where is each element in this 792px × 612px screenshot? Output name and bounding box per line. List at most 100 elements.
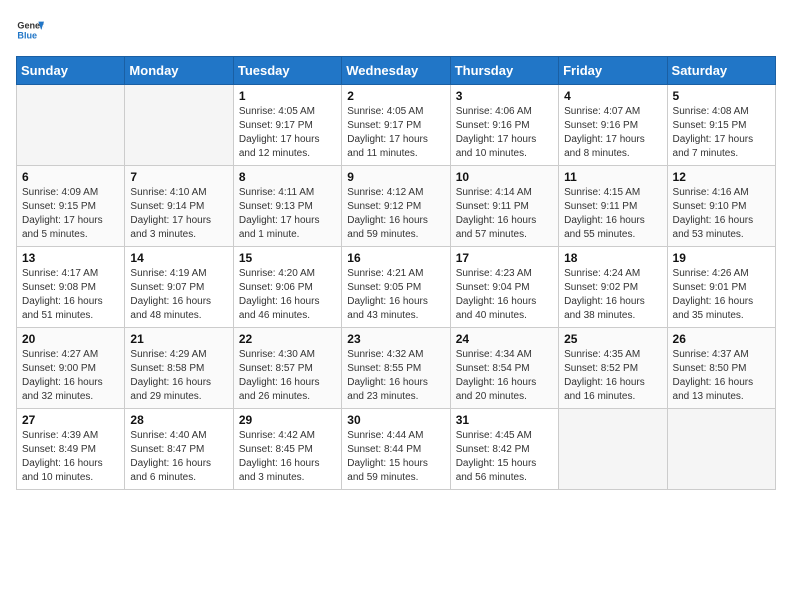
day-number: 2 bbox=[347, 89, 444, 103]
day-number: 25 bbox=[564, 332, 661, 346]
calendar-cell: 10 Sunrise: 4:14 AM Sunset: 9:11 PM Dayli… bbox=[450, 166, 558, 247]
day-number: 18 bbox=[564, 251, 661, 265]
calendar-cell: 20 Sunrise: 4:27 AM Sunset: 9:00 PM Dayli… bbox=[17, 328, 125, 409]
week-row-1: 1 Sunrise: 4:05 AM Sunset: 9:17 PM Daylig… bbox=[17, 85, 776, 166]
day-info: Sunrise: 4:14 AM Sunset: 9:11 PM Dayligh… bbox=[456, 186, 553, 242]
day-number: 12 bbox=[673, 170, 770, 184]
day-number: 26 bbox=[673, 332, 770, 346]
day-info: Sunrise: 4:07 AM Sunset: 9:16 PM Dayligh… bbox=[564, 105, 661, 161]
day-info: Sunrise: 4:15 AM Sunset: 9:11 PM Dayligh… bbox=[564, 186, 661, 242]
weekday-header-monday: Monday bbox=[125, 57, 233, 85]
day-number: 27 bbox=[22, 413, 119, 427]
calendar-cell: 28 Sunrise: 4:40 AM Sunset: 8:47 PM Dayli… bbox=[125, 409, 233, 490]
calendar-cell: 23 Sunrise: 4:32 AM Sunset: 8:55 PM Dayli… bbox=[342, 328, 450, 409]
calendar-cell: 22 Sunrise: 4:30 AM Sunset: 8:57 PM Dayli… bbox=[233, 328, 341, 409]
day-number: 6 bbox=[22, 170, 119, 184]
calendar-cell: 30 Sunrise: 4:44 AM Sunset: 8:44 PM Dayli… bbox=[342, 409, 450, 490]
day-info: Sunrise: 4:44 AM Sunset: 8:44 PM Dayligh… bbox=[347, 429, 444, 485]
day-info: Sunrise: 4:39 AM Sunset: 8:49 PM Dayligh… bbox=[22, 429, 119, 485]
day-info: Sunrise: 4:27 AM Sunset: 9:00 PM Dayligh… bbox=[22, 348, 119, 404]
day-number: 13 bbox=[22, 251, 119, 265]
day-number: 1 bbox=[239, 89, 336, 103]
day-number: 22 bbox=[239, 332, 336, 346]
calendar-cell: 1Sunrise: 4:05 AM Sunset: 9:17 PM Daylig… bbox=[233, 85, 341, 166]
calendar-cell: 26 Sunrise: 4:37 AM Sunset: 8:50 PM Dayli… bbox=[667, 328, 775, 409]
calendar-cell: 4 Sunrise: 4:07 AM Sunset: 9:16 PM Daylig… bbox=[559, 85, 667, 166]
weekday-header-wednesday: Wednesday bbox=[342, 57, 450, 85]
calendar-cell: 21 Sunrise: 4:29 AM Sunset: 8:58 PM Dayli… bbox=[125, 328, 233, 409]
day-number: 8 bbox=[239, 170, 336, 184]
calendar-cell: 11 Sunrise: 4:15 AM Sunset: 9:11 PM Dayli… bbox=[559, 166, 667, 247]
day-info: Sunrise: 4:40 AM Sunset: 8:47 PM Dayligh… bbox=[130, 429, 227, 485]
calendar-cell: 15 Sunrise: 4:20 AM Sunset: 9:06 PM Dayli… bbox=[233, 247, 341, 328]
day-info: Sunrise: 4:21 AM Sunset: 9:05 PM Dayligh… bbox=[347, 267, 444, 323]
calendar-cell: 24 Sunrise: 4:34 AM Sunset: 8:54 PM Dayli… bbox=[450, 328, 558, 409]
day-number: 11 bbox=[564, 170, 661, 184]
day-info: Sunrise: 4:11 AM Sunset: 9:13 PM Dayligh… bbox=[239, 186, 336, 242]
day-info: Sunrise: 4:23 AM Sunset: 9:04 PM Dayligh… bbox=[456, 267, 553, 323]
calendar-cell bbox=[17, 85, 125, 166]
day-info: Sunrise: 4:20 AM Sunset: 9:06 PM Dayligh… bbox=[239, 267, 336, 323]
day-number: 19 bbox=[673, 251, 770, 265]
calendar-cell: 31 Sunrise: 4:45 AM Sunset: 8:42 PM Dayli… bbox=[450, 409, 558, 490]
day-number: 23 bbox=[347, 332, 444, 346]
calendar-cell: 7Sunrise: 4:10 AM Sunset: 9:14 PM Daylig… bbox=[125, 166, 233, 247]
day-number: 10 bbox=[456, 170, 553, 184]
day-number: 30 bbox=[347, 413, 444, 427]
day-number: 4 bbox=[564, 89, 661, 103]
day-number: 9 bbox=[347, 170, 444, 184]
day-number: 17 bbox=[456, 251, 553, 265]
day-number: 15 bbox=[239, 251, 336, 265]
day-number: 31 bbox=[456, 413, 553, 427]
day-info: Sunrise: 4:06 AM Sunset: 9:16 PM Dayligh… bbox=[456, 105, 553, 161]
page-header: General Blue bbox=[16, 16, 776, 44]
day-info: Sunrise: 4:12 AM Sunset: 9:12 PM Dayligh… bbox=[347, 186, 444, 242]
calendar-cell: 19 Sunrise: 4:26 AM Sunset: 9:01 PM Dayli… bbox=[667, 247, 775, 328]
calendar-cell: 9 Sunrise: 4:12 AM Sunset: 9:12 PM Daylig… bbox=[342, 166, 450, 247]
calendar-cell: 16 Sunrise: 4:21 AM Sunset: 9:05 PM Dayli… bbox=[342, 247, 450, 328]
day-info: Sunrise: 4:32 AM Sunset: 8:55 PM Dayligh… bbox=[347, 348, 444, 404]
week-row-3: 13 Sunrise: 4:17 AM Sunset: 9:08 PM Dayli… bbox=[17, 247, 776, 328]
week-row-5: 27 Sunrise: 4:39 AM Sunset: 8:49 PM Dayli… bbox=[17, 409, 776, 490]
day-info: Sunrise: 4:42 AM Sunset: 8:45 PM Dayligh… bbox=[239, 429, 336, 485]
week-row-4: 20 Sunrise: 4:27 AM Sunset: 9:00 PM Dayli… bbox=[17, 328, 776, 409]
day-info: Sunrise: 4:19 AM Sunset: 9:07 PM Dayligh… bbox=[130, 267, 227, 323]
day-info: Sunrise: 4:08 AM Sunset: 9:15 PM Dayligh… bbox=[673, 105, 770, 161]
calendar-cell: 27 Sunrise: 4:39 AM Sunset: 8:49 PM Dayli… bbox=[17, 409, 125, 490]
day-info: Sunrise: 4:37 AM Sunset: 8:50 PM Dayligh… bbox=[673, 348, 770, 404]
logo-icon: General Blue bbox=[16, 16, 44, 44]
day-info: Sunrise: 4:34 AM Sunset: 8:54 PM Dayligh… bbox=[456, 348, 553, 404]
calendar-cell: 8 Sunrise: 4:11 AM Sunset: 9:13 PM Daylig… bbox=[233, 166, 341, 247]
day-info: Sunrise: 4:29 AM Sunset: 8:58 PM Dayligh… bbox=[130, 348, 227, 404]
calendar-cell: 14 Sunrise: 4:19 AM Sunset: 9:07 PM Dayli… bbox=[125, 247, 233, 328]
day-number: 20 bbox=[22, 332, 119, 346]
day-number: 21 bbox=[130, 332, 227, 346]
svg-text:Blue: Blue bbox=[17, 30, 37, 40]
day-number: 29 bbox=[239, 413, 336, 427]
weekday-header-sunday: Sunday bbox=[17, 57, 125, 85]
weekday-header-row: SundayMondayTuesdayWednesdayThursdayFrid… bbox=[17, 57, 776, 85]
calendar-cell bbox=[559, 409, 667, 490]
day-number: 16 bbox=[347, 251, 444, 265]
day-info: Sunrise: 4:24 AM Sunset: 9:02 PM Dayligh… bbox=[564, 267, 661, 323]
day-info: Sunrise: 4:26 AM Sunset: 9:01 PM Dayligh… bbox=[673, 267, 770, 323]
day-number: 28 bbox=[130, 413, 227, 427]
calendar-table: SundayMondayTuesdayWednesdayThursdayFrid… bbox=[16, 56, 776, 490]
day-info: Sunrise: 4:10 AM Sunset: 9:14 PM Dayligh… bbox=[130, 186, 227, 242]
day-number: 24 bbox=[456, 332, 553, 346]
calendar-cell: 6 Sunrise: 4:09 AM Sunset: 9:15 PM Daylig… bbox=[17, 166, 125, 247]
calendar-cell: 29 Sunrise: 4:42 AM Sunset: 8:45 PM Dayli… bbox=[233, 409, 341, 490]
day-info: Sunrise: 4:05 AM Sunset: 9:17 PM Dayligh… bbox=[347, 105, 444, 161]
weekday-header-thursday: Thursday bbox=[450, 57, 558, 85]
calendar-cell: 2 Sunrise: 4:05 AM Sunset: 9:17 PM Daylig… bbox=[342, 85, 450, 166]
day-info: Sunrise: 4:16 AM Sunset: 9:10 PM Dayligh… bbox=[673, 186, 770, 242]
logo: General Blue bbox=[16, 16, 48, 44]
day-info: Sunrise: 4:09 AM Sunset: 9:15 PM Dayligh… bbox=[22, 186, 119, 242]
calendar-cell: 5Sunrise: 4:08 AM Sunset: 9:15 PM Daylig… bbox=[667, 85, 775, 166]
day-info: Sunrise: 4:17 AM Sunset: 9:08 PM Dayligh… bbox=[22, 267, 119, 323]
day-number: 14 bbox=[130, 251, 227, 265]
day-info: Sunrise: 4:45 AM Sunset: 8:42 PM Dayligh… bbox=[456, 429, 553, 485]
calendar-cell bbox=[667, 409, 775, 490]
day-info: Sunrise: 4:30 AM Sunset: 8:57 PM Dayligh… bbox=[239, 348, 336, 404]
day-info: Sunrise: 4:35 AM Sunset: 8:52 PM Dayligh… bbox=[564, 348, 661, 404]
